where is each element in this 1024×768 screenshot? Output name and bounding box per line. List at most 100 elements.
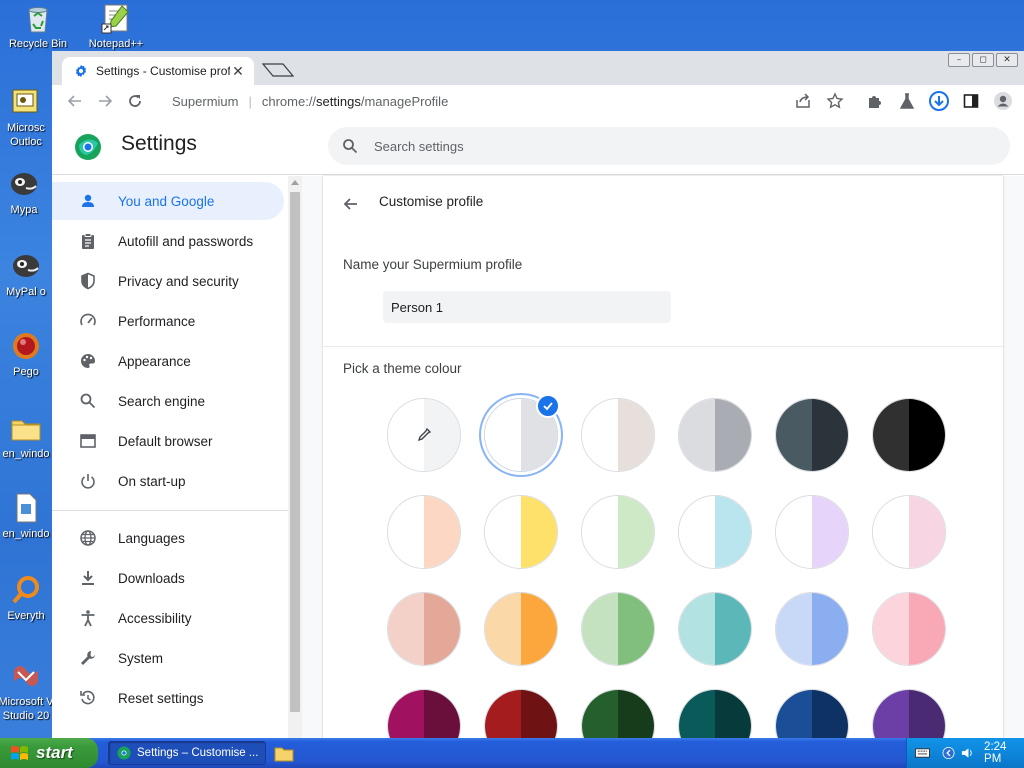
- wrench-icon: [78, 648, 98, 668]
- theme-swatch[interactable]: [678, 689, 752, 739]
- sidebar-item-appearance[interactable]: Appearance: [52, 342, 284, 380]
- chevron-left-icon[interactable]: [942, 746, 955, 760]
- profile-name-input[interactable]: [383, 291, 671, 323]
- sidebar-item-autofill[interactable]: Autofill and passwords: [52, 222, 284, 260]
- theme-swatch[interactable]: [775, 592, 849, 666]
- explorer-folder-icon[interactable]: [274, 744, 294, 762]
- tab-strip: Settings - Customise profil ✕ – ◻ ✕: [52, 51, 1024, 85]
- desktop-icon-pego[interactable]: Pego: [0, 330, 54, 379]
- taskbar-item-settings[interactable]: Settings – Customise ...: [108, 741, 266, 765]
- theme-swatch[interactable]: [581, 495, 655, 569]
- sidebar-item-accessibility[interactable]: Accessibility: [52, 599, 284, 637]
- visual-studio-icon: [14, 666, 38, 686]
- theme-swatch[interactable]: [872, 398, 946, 472]
- desktop-icon-document[interactable]: en_windo: [0, 492, 54, 541]
- toolbar-actions: [790, 87, 1016, 115]
- downloads-button[interactable]: [926, 87, 952, 115]
- avatar-icon: [994, 92, 1012, 110]
- sidebar-item-label: Default browser: [118, 433, 213, 449]
- download-icon: [78, 568, 98, 588]
- theme-swatch[interactable]: [387, 689, 461, 739]
- side-panel-icon: [963, 94, 979, 108]
- sidebar-item-reset[interactable]: Reset settings: [52, 679, 284, 717]
- swatch-half: [812, 496, 848, 568]
- recycle-bin-icon: [28, 7, 48, 33]
- labs-button[interactable]: [894, 87, 920, 115]
- power-icon: [78, 471, 98, 491]
- theme-swatch[interactable]: [678, 592, 752, 666]
- scrollbar-thumb[interactable]: [290, 192, 300, 712]
- theme-swatch[interactable]: [387, 495, 461, 569]
- theme-swatch[interactable]: [581, 592, 655, 666]
- restore-button[interactable]: ◻: [972, 53, 994, 67]
- minimize-button[interactable]: –: [948, 53, 970, 67]
- settings-search[interactable]: [328, 127, 1010, 165]
- search-input[interactable]: [372, 137, 932, 155]
- theme-swatch[interactable]: [775, 398, 849, 472]
- swatch-half: [812, 593, 848, 665]
- sidebar-item-you-and-google[interactable]: You and Google: [52, 182, 284, 220]
- theme-swatch[interactable]: [484, 689, 558, 739]
- theme-swatch[interactable]: [484, 592, 558, 666]
- desktop-icon-folder[interactable]: en_windo: [0, 412, 54, 461]
- section-divider: [323, 346, 1003, 347]
- address-bar[interactable]: Supermium | chrome://settings/manageProf…: [160, 87, 812, 115]
- new-tab-button[interactable]: [262, 63, 294, 77]
- desktop-icon-label: Pego: [13, 366, 39, 378]
- volume-icon[interactable]: [961, 746, 974, 760]
- swatch-half: [485, 496, 521, 568]
- theme-swatch[interactable]: [581, 689, 655, 739]
- theme-swatch[interactable]: [387, 592, 461, 666]
- sidebar-item-search-engine[interactable]: Search engine: [52, 382, 284, 420]
- theme-swatch[interactable]: [581, 398, 655, 472]
- desktop-icon-label: Mypa: [10, 204, 38, 216]
- desktop-icon-notepadpp[interactable]: Notepad++: [78, 2, 154, 51]
- sidebar-item-label: Privacy and security: [118, 273, 239, 289]
- side-panel-button[interactable]: [958, 87, 984, 115]
- sidebar-item-default-browser[interactable]: Default browser: [52, 422, 284, 460]
- theme-swatch[interactable]: [872, 495, 946, 569]
- tab-settings[interactable]: Settings - Customise profil ✕: [62, 57, 254, 85]
- desktop-icon-recycle-bin[interactable]: Recycle Bin: [0, 2, 76, 51]
- theme-swatch[interactable]: [775, 495, 849, 569]
- desktop-icon-everything[interactable]: Everyth: [0, 574, 54, 623]
- sidebar-scrollbar[interactable]: [288, 176, 302, 739]
- tab-close-button[interactable]: ✕: [230, 63, 246, 79]
- forward-button[interactable]: [90, 86, 120, 116]
- sidebar-item-on-startup[interactable]: On start-up: [52, 462, 284, 500]
- theme-swatch[interactable]: [872, 689, 946, 739]
- url-scheme: chrome://: [261, 93, 317, 109]
- theme-swatch[interactable]: [872, 592, 946, 666]
- start-button[interactable]: start: [0, 738, 98, 768]
- close-window-button[interactable]: ✕: [996, 53, 1018, 67]
- arrow-right-icon: [99, 95, 113, 107]
- profile-button[interactable]: [990, 87, 1016, 115]
- swatch-half: [909, 593, 945, 665]
- back-button[interactable]: [60, 86, 90, 116]
- sidebar-item-languages[interactable]: Languages: [52, 519, 284, 557]
- extensions-button[interactable]: [862, 87, 888, 115]
- desktop-icon-visual-studio[interactable]: Microsoft V Studio 20: [0, 660, 58, 723]
- swatch-half: [521, 593, 557, 665]
- desktop-icon-outlook[interactable]: Microsc Outloc: [0, 86, 54, 149]
- share-button[interactable]: [790, 87, 816, 115]
- swatch-half: [873, 593, 909, 665]
- reload-button[interactable]: [120, 86, 150, 116]
- theme-swatch[interactable]: [678, 398, 752, 472]
- swatch-half: [776, 399, 812, 471]
- keyboard-icon[interactable]: [915, 747, 930, 759]
- back-arrow-icon[interactable]: [341, 194, 361, 214]
- reset-icon: [78, 688, 98, 708]
- sidebar-item-label: Autofill and passwords: [118, 233, 254, 249]
- desktop-icon-mypal[interactable]: Mypa: [0, 168, 52, 217]
- theme-swatch[interactable]: [387, 398, 461, 472]
- sidebar-item-privacy[interactable]: Privacy and security: [52, 262, 284, 300]
- theme-swatch[interactable]: [678, 495, 752, 569]
- theme-swatch[interactable]: [484, 495, 558, 569]
- desktop-icon-mypal-2[interactable]: MyPal o: [0, 250, 56, 299]
- sidebar-item-downloads[interactable]: Downloads: [52, 559, 284, 597]
- sidebar-item-system[interactable]: System: [52, 639, 284, 677]
- theme-swatch[interactable]: [775, 689, 849, 739]
- sidebar-item-performance[interactable]: Performance: [52, 302, 284, 340]
- bookmark-button[interactable]: [822, 87, 848, 115]
